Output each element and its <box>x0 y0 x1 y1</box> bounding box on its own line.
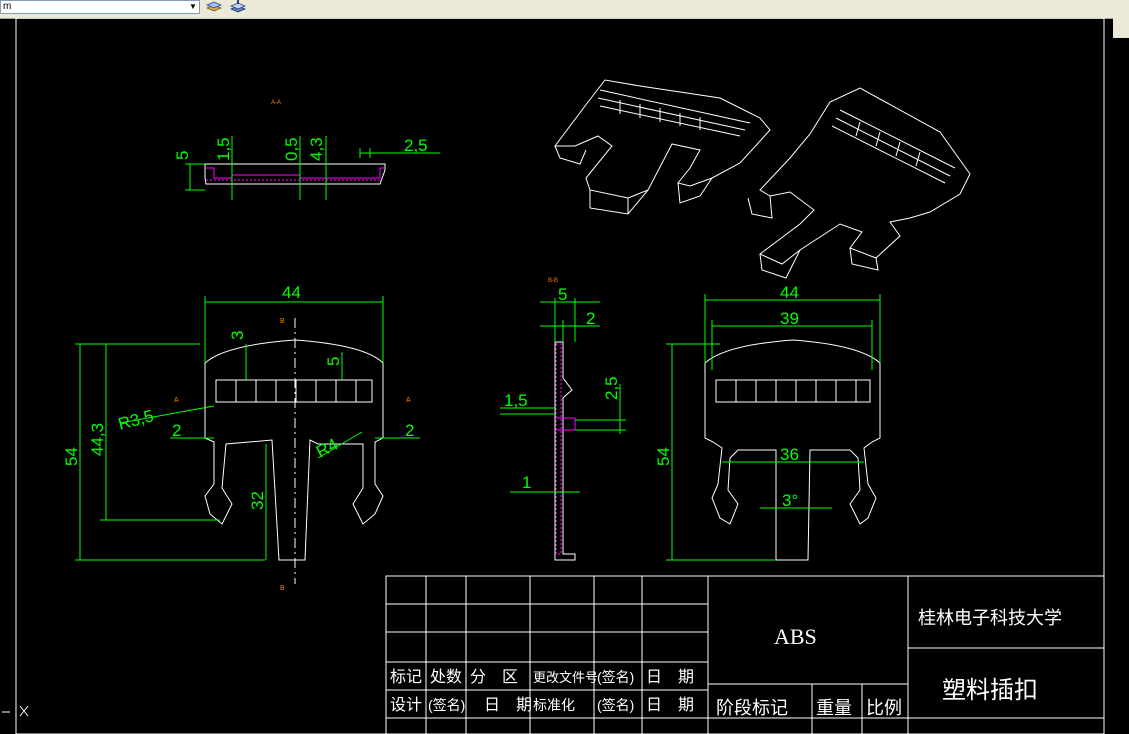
tb-weight-label: 重量 <box>816 698 852 718</box>
dim-front-r3-5: R3,5 <box>116 406 156 434</box>
tb-sign-label-2: (签名) <box>428 697 465 713</box>
tb-school: 桂林电子科技大学 <box>918 608 1062 628</box>
dim-top-0-5: 0,5 <box>282 137 301 161</box>
right-view: 44 39 54 36 3° <box>654 283 881 561</box>
dim-right-54: 54 <box>654 447 673 466</box>
dim-front-2-right: 2 <box>405 421 414 440</box>
dim-right-3deg: 3° <box>782 491 798 510</box>
dim-side-2-5: 2,5 <box>602 376 621 400</box>
front-view: B B A A 44 3 5 44,3 54 R3,5 2 2 R4 32 <box>62 283 420 592</box>
dim-side-1-5: 1,5 <box>504 391 528 410</box>
tb-scale-label: 比例 <box>866 698 902 718</box>
ucs-icon <box>2 705 29 717</box>
tb-zone-label: 分 区 <box>470 668 518 686</box>
dim-side-1: 1 <box>522 473 531 492</box>
section-a-label-right: A <box>406 397 411 404</box>
chevron-down-icon[interactable]: ▼ <box>188 2 198 12</box>
dim-top-5: 5 <box>173 151 192 160</box>
dim-side-2: 2 <box>586 309 595 328</box>
isometric-view-2 <box>747 87 971 279</box>
layer-dropdown[interactable]: m ▼ <box>0 0 200 14</box>
dim-top-1-5: 1,5 <box>214 137 233 161</box>
section-a-title: A-A <box>271 100 281 106</box>
dim-right-39: 39 <box>780 309 799 328</box>
drawing-canvas[interactable]: A-A 5 1,5 0,5 4,3 2,5 B B A A 44 3 5 44,… <box>0 18 1129 734</box>
tb-sign-label-1: (签名) <box>597 669 634 685</box>
tb-date-label-1: 日 期 <box>646 668 694 686</box>
section-a-a-view: A-A 5 1,5 0,5 4,3 2,5 <box>173 100 440 200</box>
tb-mark-label: 标记 <box>390 668 422 686</box>
section-b-title: B-B <box>548 278 558 284</box>
tb-stage-label: 阶段标记 <box>716 698 788 718</box>
dim-front-2-left: 2 <box>172 421 181 440</box>
tb-material: ABS <box>774 624 817 649</box>
tb-date-label-3: 日 期 <box>646 696 694 714</box>
dim-front-5: 5 <box>324 357 343 366</box>
dim-front-3: 3 <box>228 331 247 340</box>
layer-states-icon[interactable] <box>228 0 248 16</box>
dim-right-44: 44 <box>780 283 799 302</box>
layers-icon[interactable] <box>204 0 224 16</box>
dim-front-44-3: 44,3 <box>88 423 107 456</box>
section-a-label-left: A <box>174 397 179 404</box>
dim-front-32: 32 <box>248 491 267 510</box>
side-section-view: B-B 5 2 2,5 1,5 1 <box>500 278 626 561</box>
dim-front-r4: R4 <box>313 435 341 462</box>
dim-side-5: 5 <box>558 285 567 304</box>
tb-change-doc-label: 更改文件号 <box>533 670 598 685</box>
dim-front-44: 44 <box>282 283 301 302</box>
tb-count-label: 处数 <box>430 668 462 686</box>
isometric-view-1 <box>554 79 771 215</box>
dim-front-54: 54 <box>62 447 81 466</box>
dim-top-4-3: 4,3 <box>307 137 326 161</box>
tb-part-name: 塑料插扣 <box>942 677 1038 704</box>
section-b-label-bottom: B <box>280 585 285 592</box>
dim-top-2-5: 2,5 <box>404 136 428 155</box>
dim-right-36: 36 <box>780 445 799 464</box>
tb-design-label: 设计 <box>390 696 422 714</box>
tb-sign-label-3: (签名) <box>597 697 634 713</box>
tb-date-label-2: 日 期 <box>484 696 532 714</box>
tb-standard-label: 标准化 <box>533 697 575 713</box>
section-b-label-top: B <box>280 318 285 325</box>
toolbar: m ▼ <box>0 0 1129 19</box>
layer-dropdown-value: m <box>3 1 12 12</box>
